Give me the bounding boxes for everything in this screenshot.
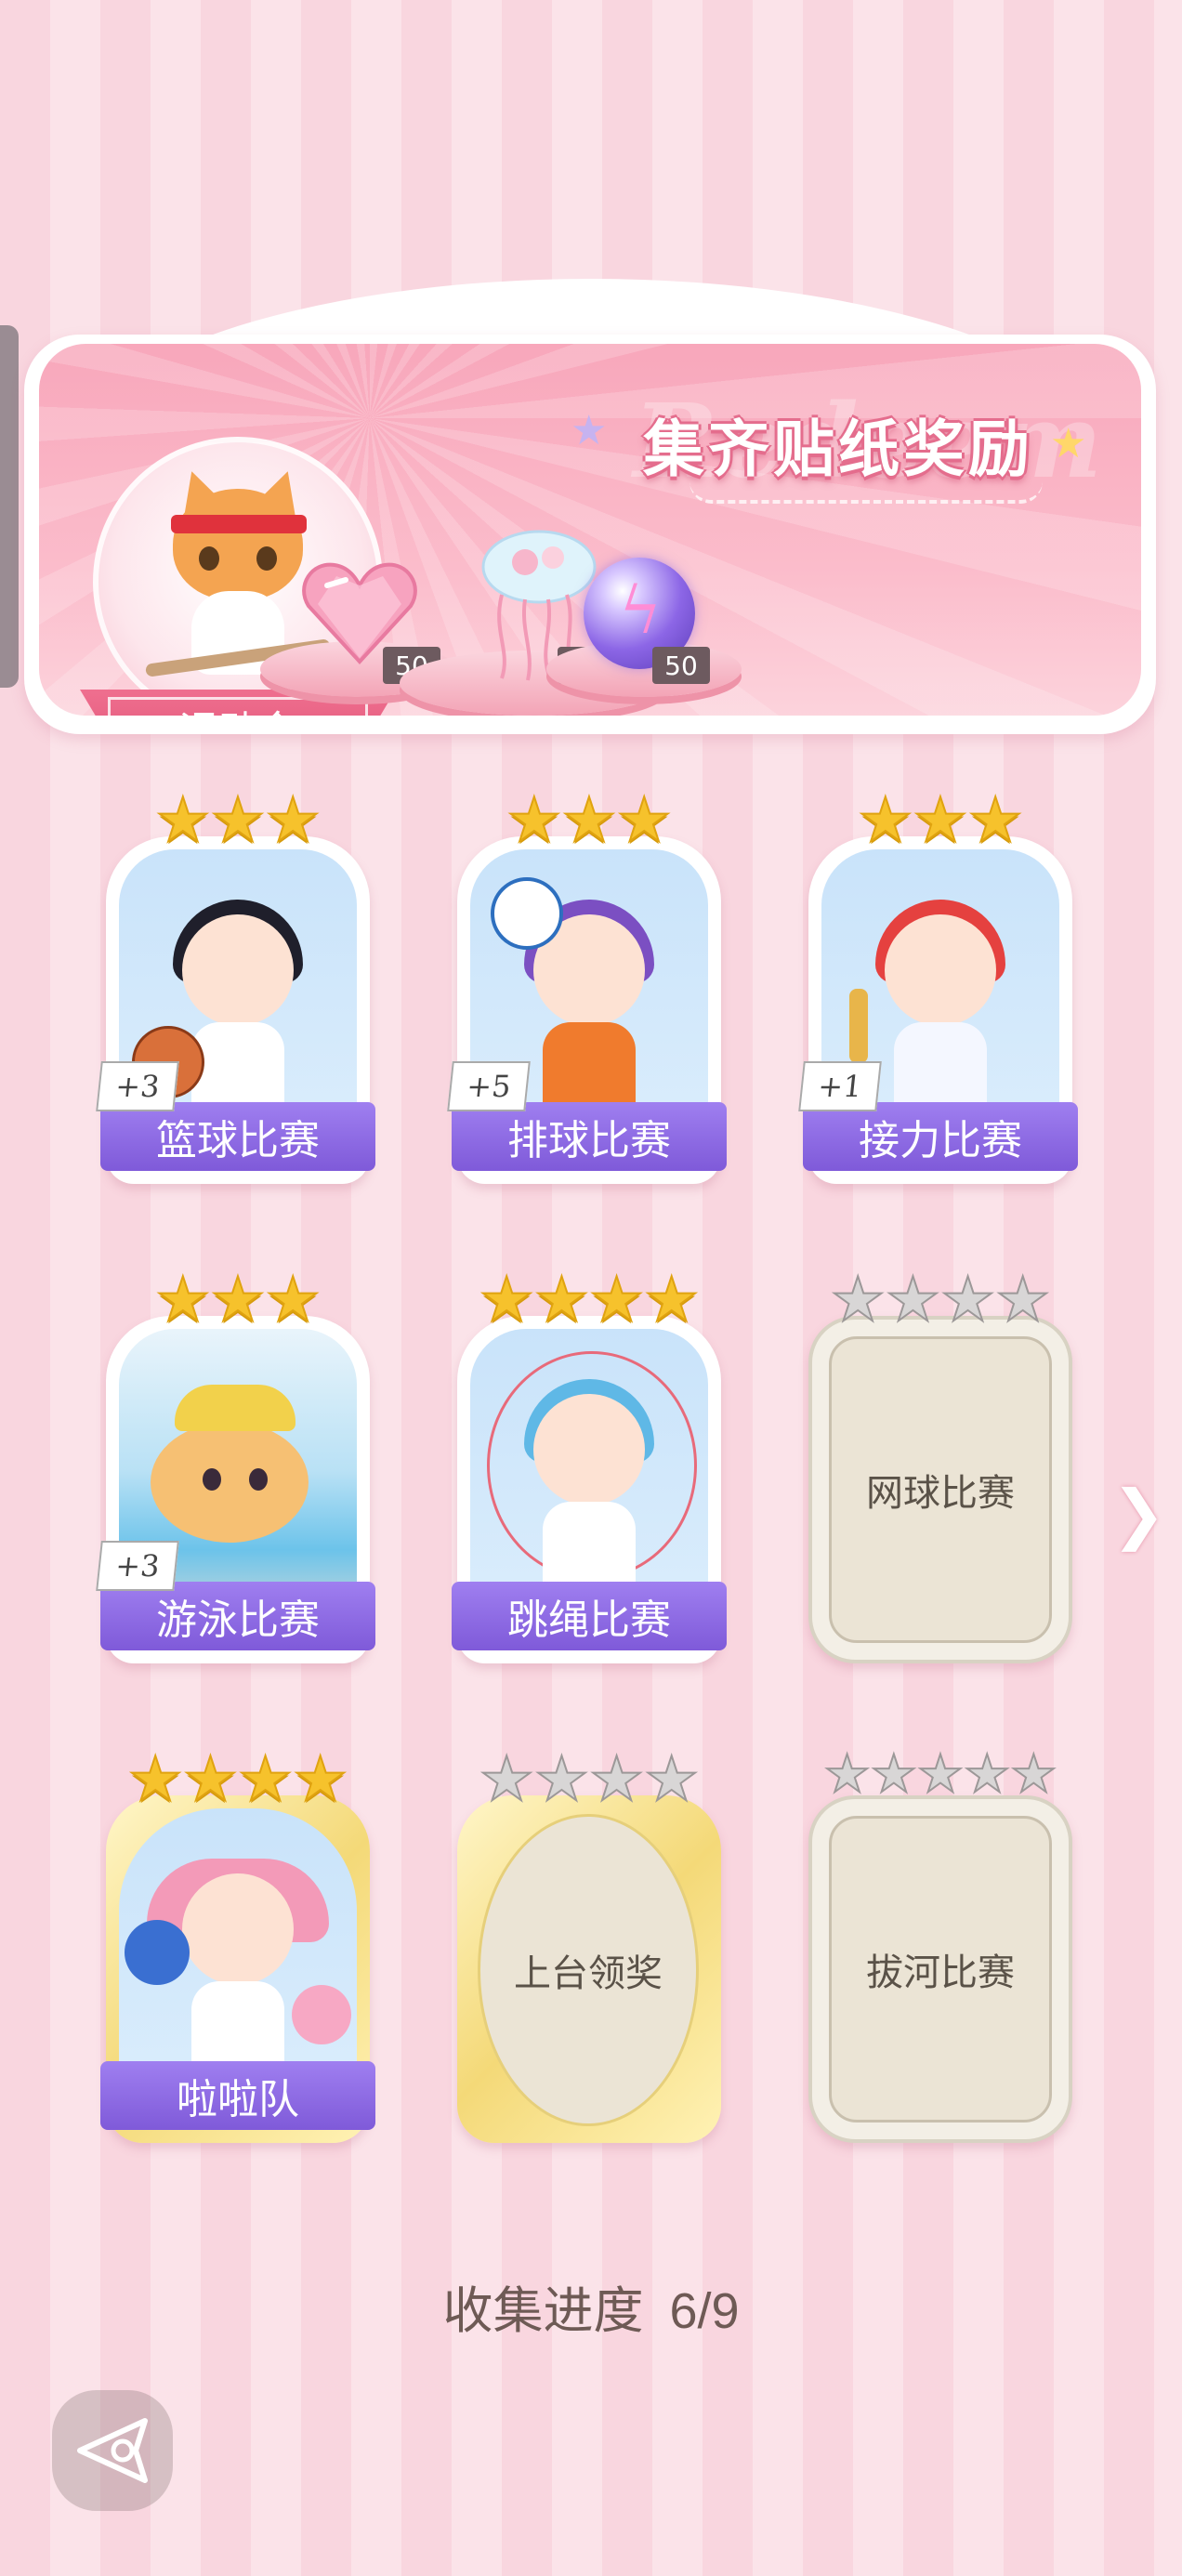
bonus-badge: +1 [798, 1061, 882, 1111]
sticker-name: 跳绳比赛 [452, 1582, 727, 1650]
reward-banner: Redeem ★ 集齐贴纸奖励 ★ 运动会 50 [24, 279, 1156, 734]
sticker-card-tennis-locked[interactable]: ★ ★ ★ ★ 网球比赛 [801, 1264, 1080, 1669]
banner-title: 集齐贴纸奖励 [643, 413, 1033, 485]
sticker-name: 上台领奖 [514, 1952, 663, 1995]
sticker-card-volleyball[interactable]: ★ ★ ★ +5 排球比赛 [447, 784, 729, 1189]
reward-item[interactable]: ϟ 50 [546, 558, 742, 697]
collection-progress: 收集进度 6/9 [0, 2269, 1182, 2343]
reward-count: 50 [652, 647, 710, 684]
progress-label: 收集进度 [442, 2283, 644, 2339]
sticker-card-jump-rope[interactable]: ★ ★ ★ ★ 跳绳比赛 [450, 1264, 729, 1669]
sticker-name: 接力比赛 [803, 1102, 1078, 1171]
sticker-name: 篮球比赛 [100, 1102, 375, 1171]
bonus-badge: +5 [447, 1061, 531, 1111]
star-rating: ★ ★ ★ [857, 784, 1024, 856]
sticker-name: 排球比赛 [452, 1102, 727, 1171]
star-rating: ★ ★ ★ [154, 784, 322, 856]
sticker-name: 游泳比赛 [100, 1582, 375, 1650]
star-rating: ★ ★ ★ ★ [127, 1743, 349, 1815]
sticker-name: 网球比赛 [866, 1472, 1015, 1515]
sticker-card-award-locked[interactable]: ★ ★ ★ ★ 上台领奖 [450, 1743, 729, 2149]
sticker-name: 拔河比赛 [866, 1952, 1015, 1994]
sticker-card-tug-of-war-locked[interactable]: ★ ★ ★ ★ ★ 拔河比赛 [801, 1744, 1080, 2149]
progress-value: 6/9 [669, 2283, 740, 2339]
bonus-badge: +3 [96, 1541, 179, 1591]
star-rating: ★ ★ ★ ★ [479, 1743, 701, 1815]
star-rating: ★ ★ ★ ★ ★ [822, 1744, 1057, 1805]
back-button[interactable] [52, 2390, 173, 2511]
event-name: 运动会 [108, 697, 368, 716]
sticker-card-basketball[interactable]: ★ ★ ★ +3 篮球比赛 [96, 784, 377, 1189]
star-decoration-icon: ★ [571, 407, 608, 454]
sticker-name: 啦啦队 [100, 2061, 375, 2130]
star-rating: ★ ★ ★ ★ [830, 1264, 1052, 1335]
star-decoration-icon: ★ [1050, 420, 1087, 467]
bonus-badge: +3 [96, 1061, 179, 1111]
side-drawer-handle[interactable] [0, 325, 19, 688]
star-rating: ★ ★ ★ [154, 1264, 322, 1335]
back-triangle-icon [77, 2418, 148, 2483]
sticker-card-swimming[interactable]: ★ ★ ★ +3 游泳比赛 [96, 1264, 377, 1669]
sticker-card-relay[interactable]: ★ ★ ★ +1 接力比赛 [798, 784, 1080, 1189]
star-rating: ★ ★ ★ ★ [479, 1264, 701, 1335]
chevron-right-icon[interactable]: ❯ [1111, 1481, 1166, 1546]
sticker-card-cheerleading[interactable]: ★ ★ ★ ★ 啦啦队 [98, 1743, 377, 2149]
star-rating: ★ ★ ★ [506, 784, 673, 856]
